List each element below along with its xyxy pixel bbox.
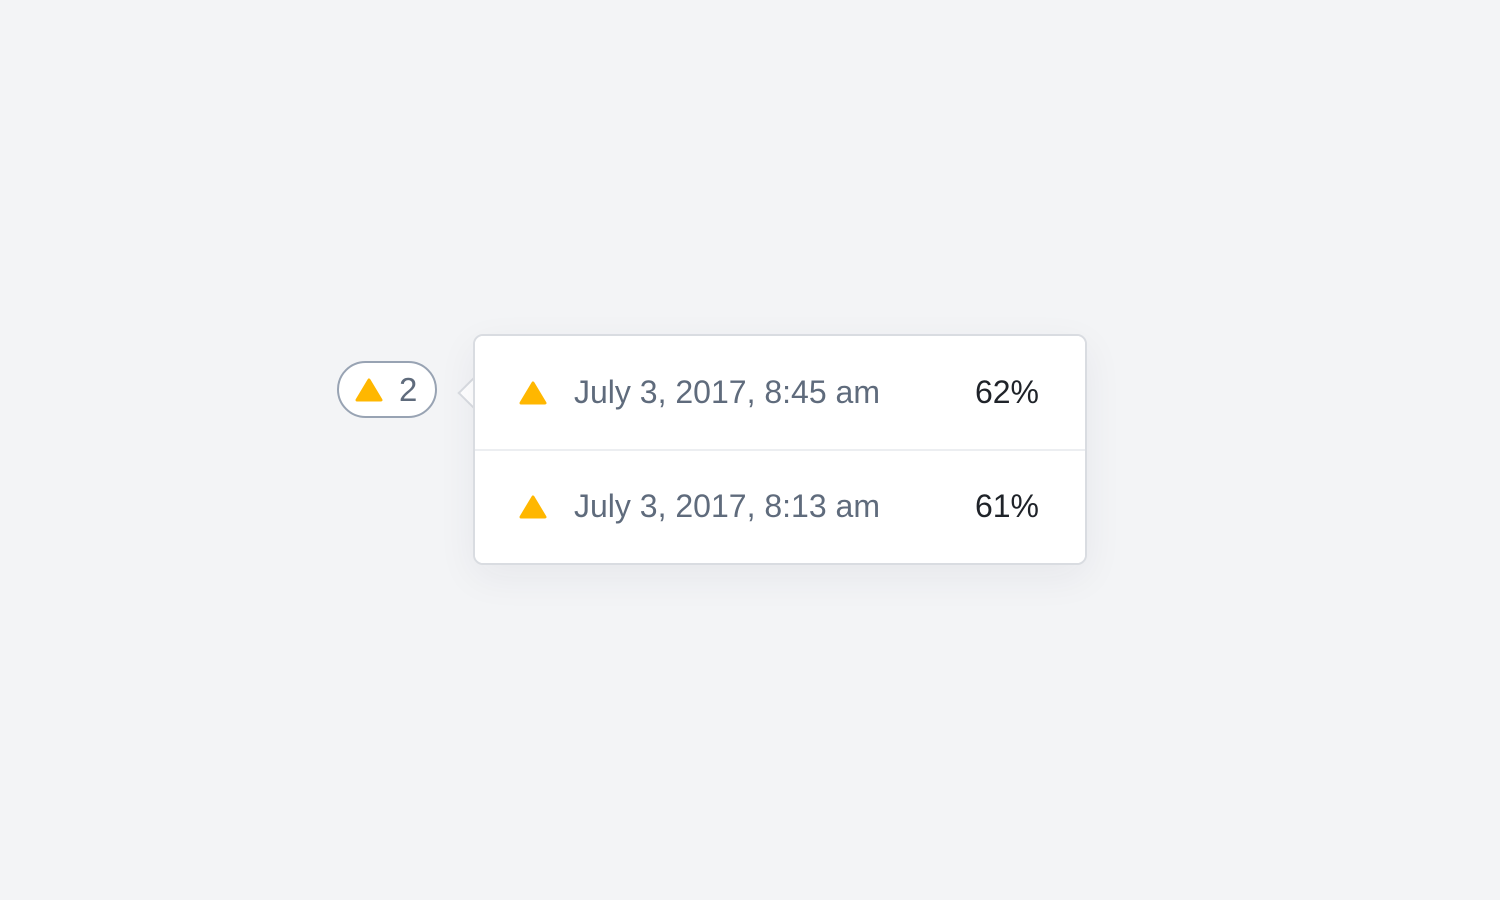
warning-percent: 62% [974, 374, 1039, 410]
warning-triangle-icon [519, 495, 547, 518]
list-item[interactable]: July 3, 2017, 8:13 am 61% [475, 449, 1085, 562]
list-item[interactable]: July 3, 2017, 8:45 am 62% [475, 336, 1085, 449]
warnings-popover: July 3, 2017, 8:45 am 62% July 3, 2017, … [473, 334, 1087, 565]
warning-timestamp: July 3, 2017, 8:45 am [574, 374, 880, 410]
warning-triangle-icon [519, 381, 547, 404]
warning-percent: 61% [974, 488, 1039, 524]
warning-timestamp: July 3, 2017, 8:13 am [574, 488, 880, 524]
warning-count-badge[interactable]: 2 [337, 361, 437, 418]
warning-count: 2 [399, 371, 418, 408]
warning-triangle-icon [355, 378, 383, 401]
